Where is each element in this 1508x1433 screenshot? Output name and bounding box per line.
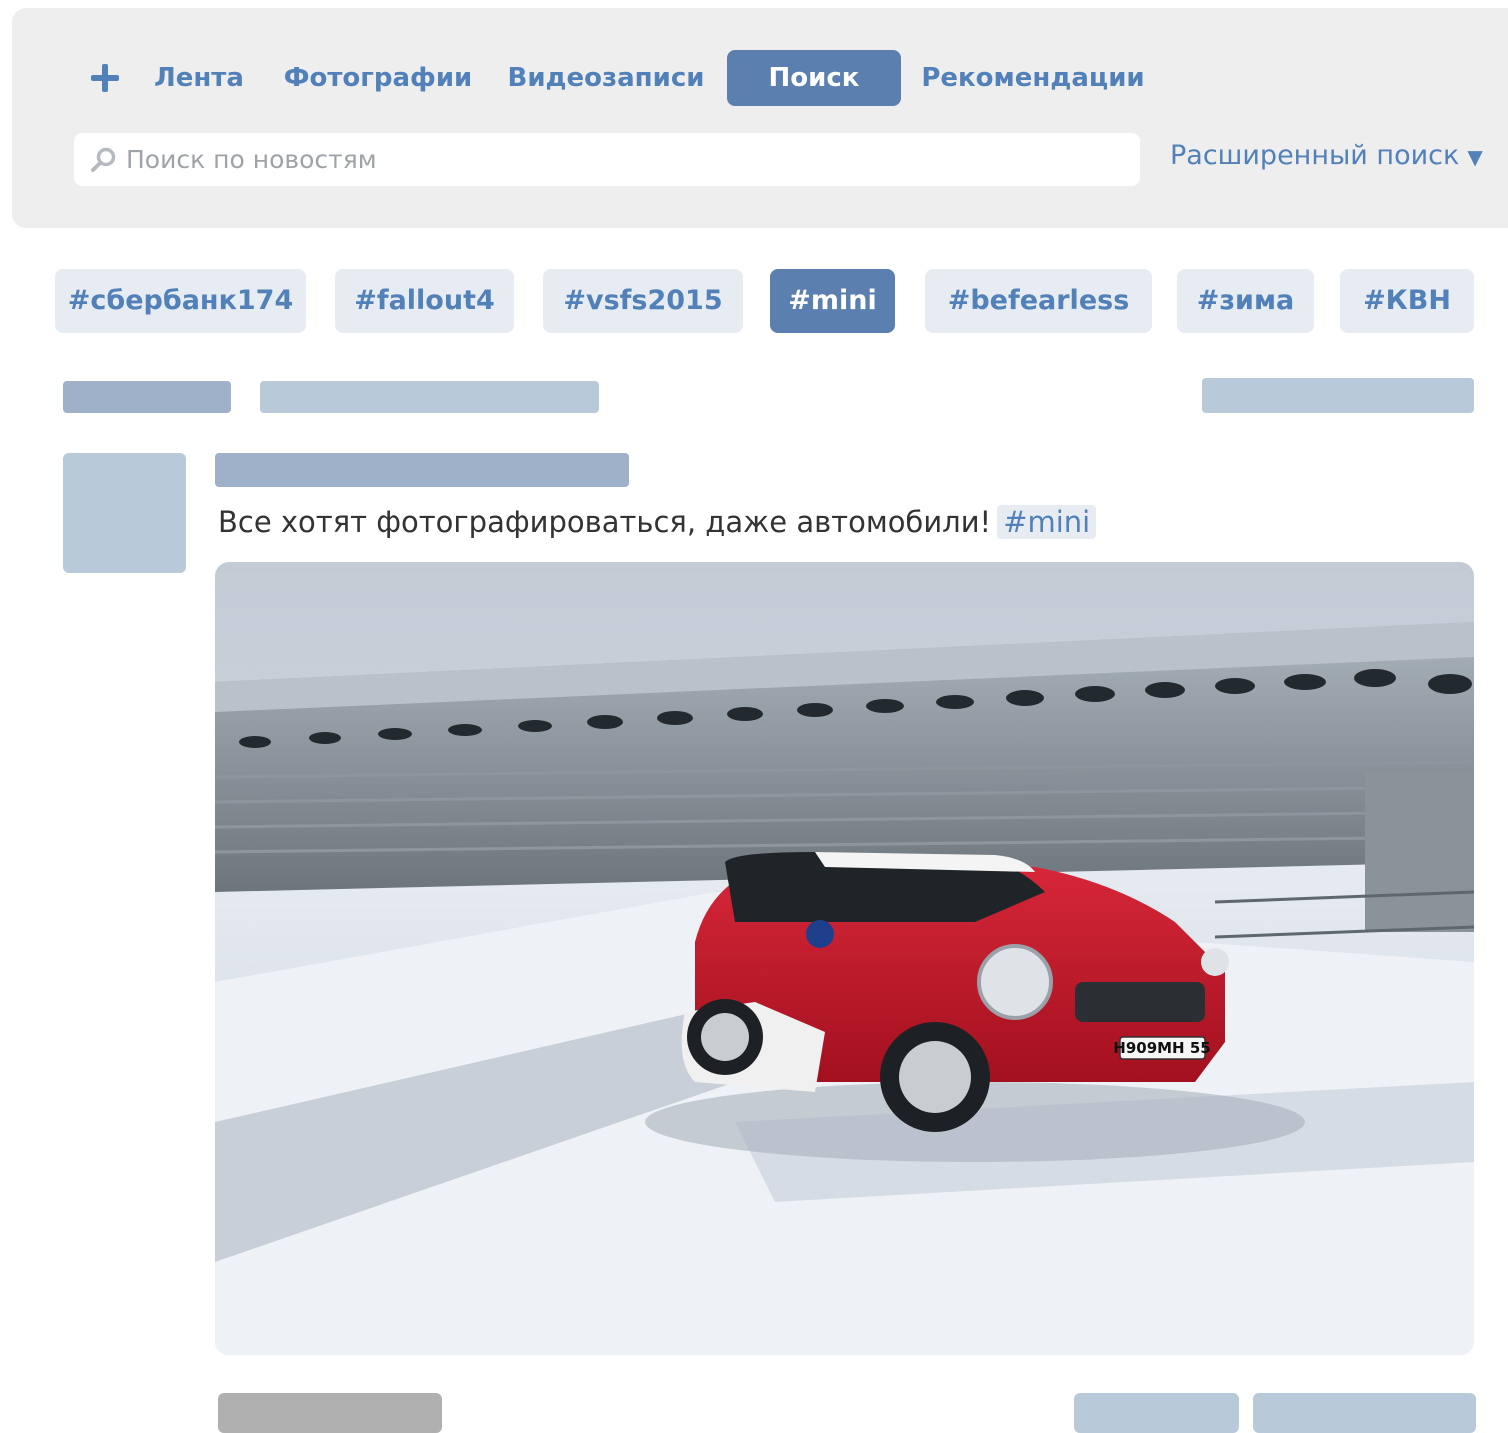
search-box [74,133,1140,186]
filter-placeholder-1[interactable] [63,381,231,413]
hashtag-sberbank174[interactable]: #сбербанк174 [55,269,306,333]
tab-videos[interactable]: Видеозаписи [505,50,707,106]
action-button-placeholder[interactable] [218,1393,442,1433]
chevron-down-icon: ▼ [1467,145,1483,169]
author-name-placeholder[interactable] [215,453,629,487]
tab-search[interactable]: Поиск [727,50,901,106]
add-plus-icon[interactable] [89,62,121,94]
license-plate-text: Н909МН 55 [1113,1039,1210,1057]
sort-placeholder[interactable] [1202,378,1474,413]
share-button-placeholder[interactable] [1253,1393,1476,1433]
search-input[interactable] [126,133,1116,186]
tab-feed[interactable]: Лента [150,50,248,106]
advanced-search-link[interactable]: Расширенный поиск ▼ [1170,136,1483,176]
car-photo-image: Н909МН 55 [215,562,1474,1355]
hashtag-fallout4[interactable]: #fallout4 [335,269,514,333]
post-text: Все хотят фотографироваться, даже автомо… [218,500,1097,544]
post-text-body: Все хотят фотографироваться, даже автомо… [218,505,992,539]
search-icon [91,147,116,172]
post-hashtag-link[interactable]: #mini [997,505,1097,539]
post-photo[interactable]: Н909МН 55 [215,562,1474,1355]
tab-photos[interactable]: Фотографии [280,50,476,106]
hashtag-mini[interactable]: #mini [770,269,895,333]
tab-recommendations[interactable]: Рекомендации [918,50,1148,106]
top-panel [12,8,1508,228]
avatar[interactable] [63,453,186,573]
like-button-placeholder[interactable] [1074,1393,1239,1433]
filter-placeholder-2[interactable] [260,381,599,413]
hashtag-zima[interactable]: #зима [1177,269,1314,333]
hashtag-vsfs2015[interactable]: #vsfs2015 [543,269,743,333]
advanced-search-label: Расширенный поиск [1170,140,1460,171]
hashtag-kvn[interactable]: #КВН [1340,269,1474,333]
hashtag-befearless[interactable]: #befearless [925,269,1152,333]
